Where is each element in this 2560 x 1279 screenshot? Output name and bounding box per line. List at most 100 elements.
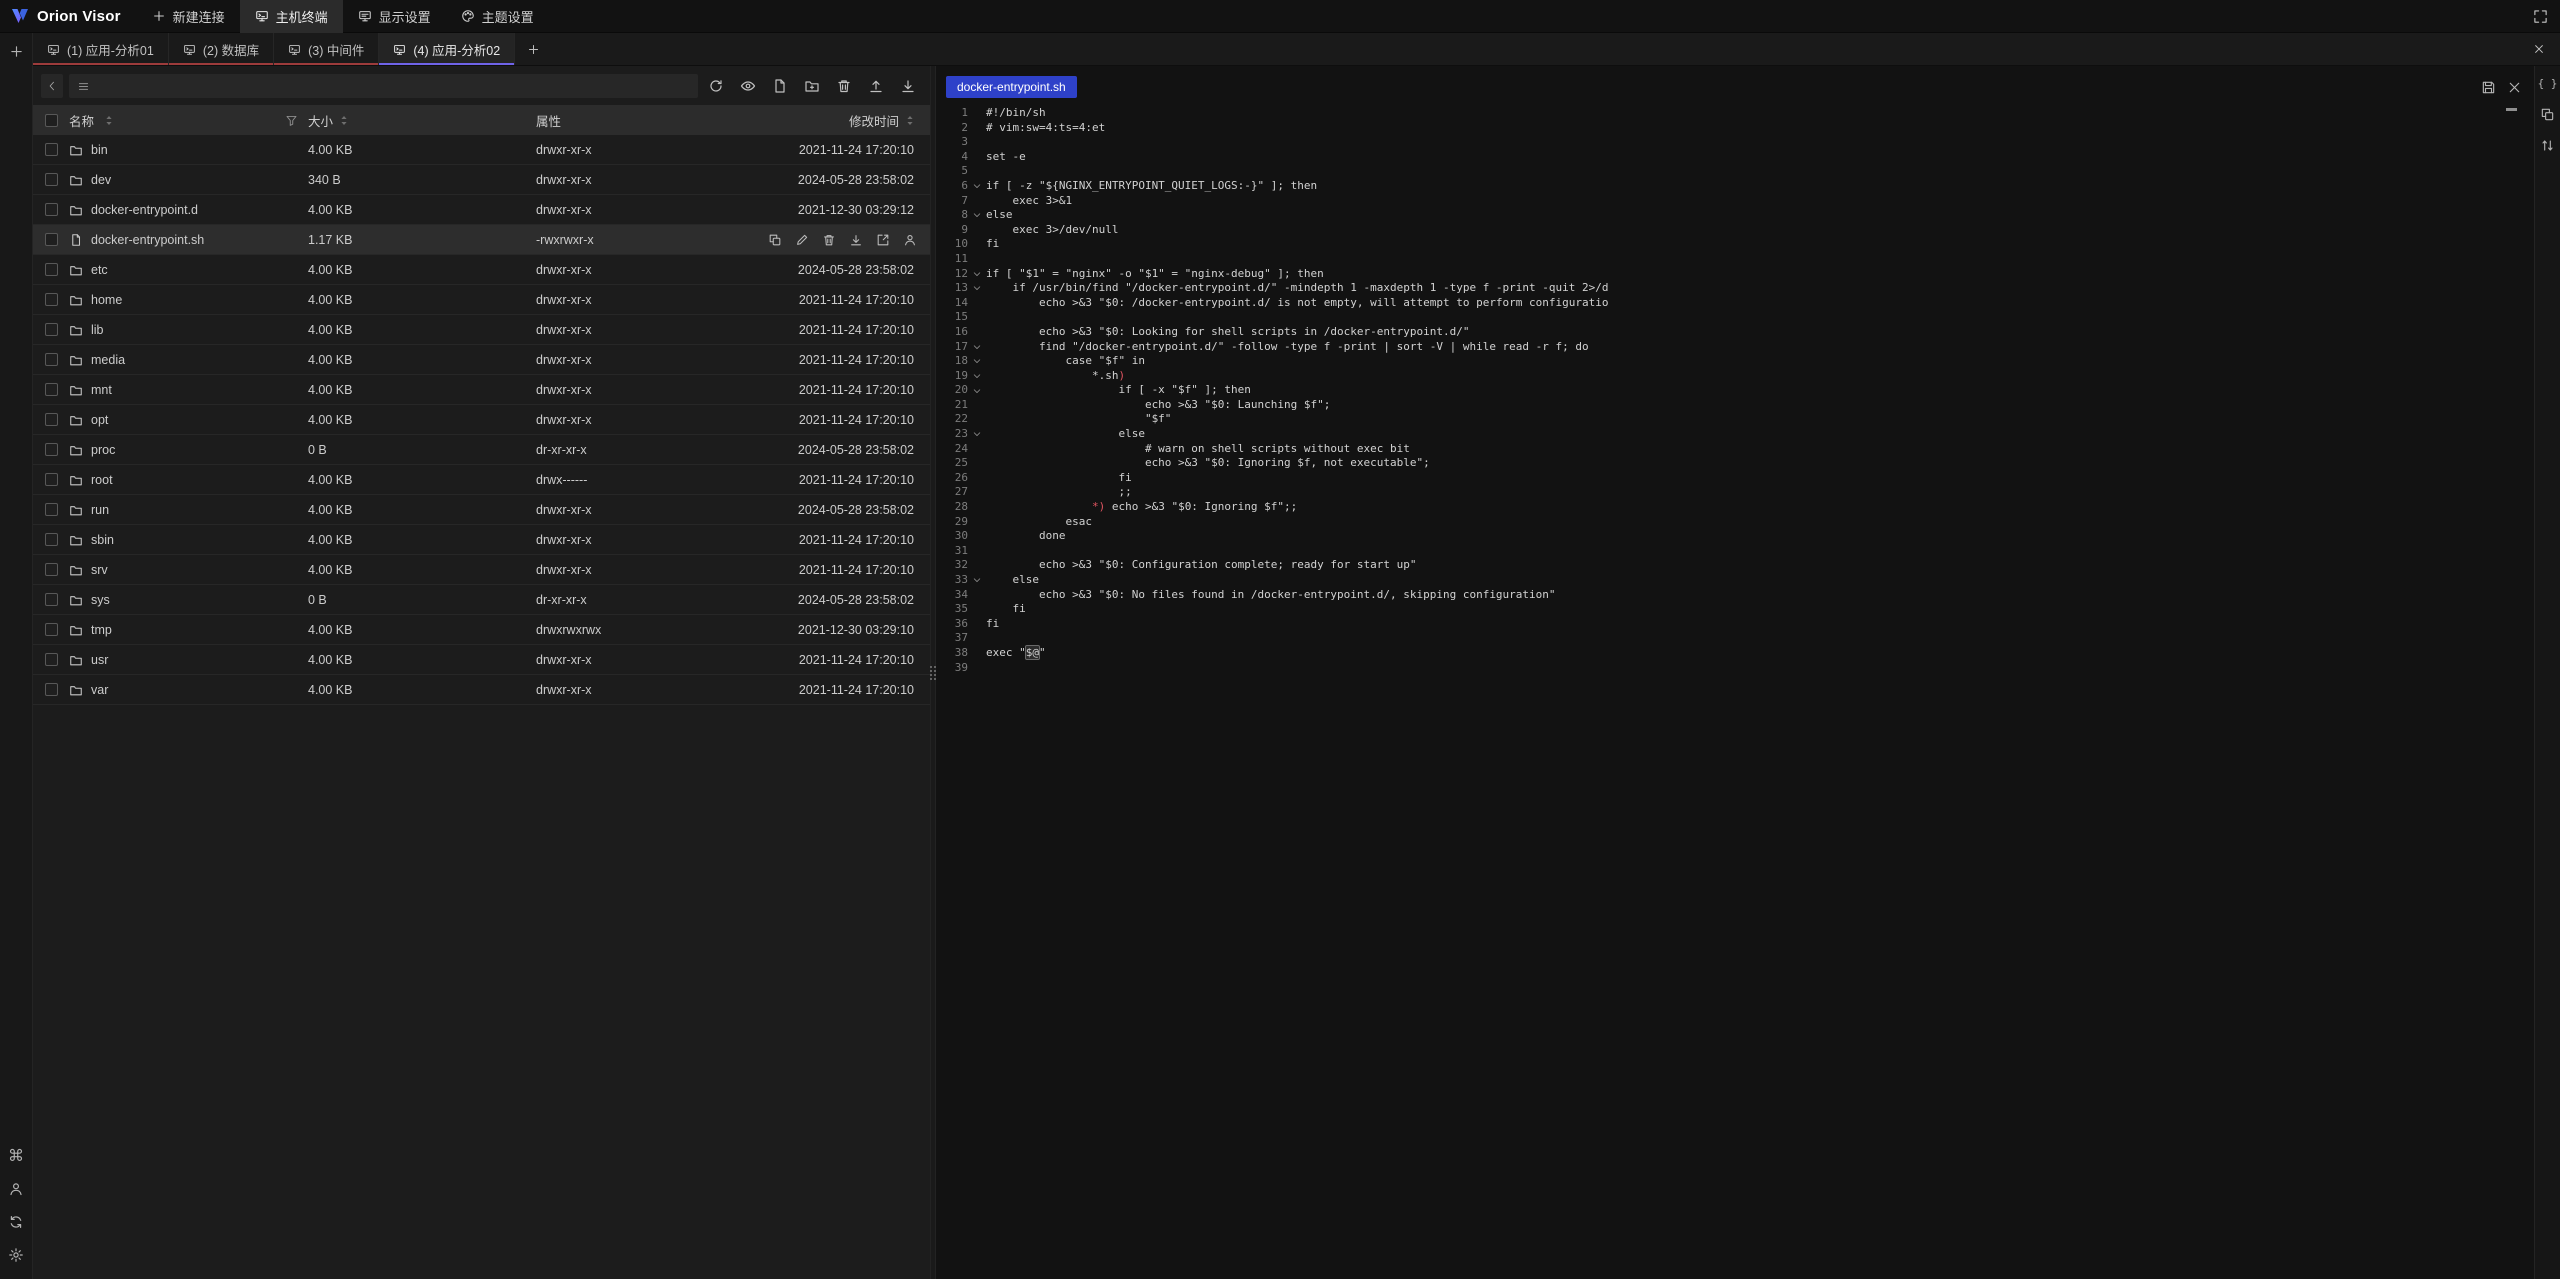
table-row[interactable]: sys0 Bdr-xr-xr-x2024-05-28 23:58:02 <box>33 585 930 615</box>
toolbar-refresh-icon[interactable] <box>704 74 728 98</box>
nav-item-新建连接[interactable]: 新建连接 <box>137 0 240 33</box>
fold-chevron-icon[interactable] <box>968 575 986 585</box>
fold-chevron-icon[interactable] <box>968 269 986 279</box>
file-name[interactable]: home <box>91 293 122 307</box>
file-name[interactable]: media <box>91 353 125 367</box>
fold-chevron-icon[interactable] <box>968 210 986 220</box>
fold-chevron-icon[interactable] <box>968 356 986 366</box>
toolbar-upload-icon[interactable] <box>864 74 888 98</box>
row-checkbox[interactable] <box>45 683 58 696</box>
action-copy-icon[interactable] <box>766 231 784 249</box>
table-row[interactable]: sbin4.00 KBdrwxr-xr-x2021-11-24 17:20:10 <box>33 525 930 555</box>
editor-save-icon[interactable] <box>2478 77 2498 97</box>
action-move-icon[interactable] <box>874 231 892 249</box>
sort-size-icon[interactable] <box>340 115 348 126</box>
row-checkbox[interactable] <box>45 503 58 516</box>
table-row[interactable]: docker-entrypoint.d4.00 KBdrwxr-xr-x2021… <box>33 195 930 225</box>
rail-button[interactable] <box>8 1181 24 1197</box>
fold-chevron-icon[interactable] <box>968 283 986 293</box>
row-checkbox[interactable] <box>45 263 58 276</box>
row-checkbox[interactable] <box>45 323 58 336</box>
file-name[interactable]: bin <box>91 143 108 157</box>
add-tab-button[interactable] <box>515 33 551 65</box>
file-name[interactable]: tmp <box>91 623 112 637</box>
rail-button-copy-icon[interactable] <box>2540 107 2555 122</box>
toolbar-new-folder-icon[interactable] <box>800 74 824 98</box>
fullscreen-icon[interactable] <box>2533 9 2548 24</box>
row-checkbox[interactable] <box>45 203 58 216</box>
table-row[interactable]: home4.00 KBdrwxr-xr-x2021-11-24 17:20:10 <box>33 285 930 315</box>
table-row[interactable]: var4.00 KBdrwxr-xr-x2021-11-24 17:20:10 <box>33 675 930 705</box>
back-button[interactable] <box>41 74 63 98</box>
table-row[interactable]: dev340 Bdrwxr-xr-x2024-05-28 23:58:02 <box>33 165 930 195</box>
file-name[interactable]: var <box>91 683 108 697</box>
table-row[interactable]: bin4.00 KBdrwxr-xr-x2021-11-24 17:20:10 <box>33 135 930 165</box>
rail-button-braces-icon[interactable]: { } <box>2540 76 2555 91</box>
file-name[interactable]: run <box>91 503 109 517</box>
fold-chevron-icon[interactable] <box>968 386 986 396</box>
action-permission-icon[interactable] <box>901 231 919 249</box>
select-all-checkbox[interactable] <box>45 114 58 127</box>
sort-name-icon[interactable] <box>105 115 113 126</box>
toolbar-preview-icon[interactable] <box>736 74 760 98</box>
rail-button[interactable] <box>8 1247 24 1263</box>
close-all-button[interactable] <box>2518 33 2560 65</box>
rail-button[interactable] <box>9 44 24 59</box>
table-row[interactable]: proc0 Bdr-xr-xr-x2024-05-28 23:58:02 <box>33 435 930 465</box>
file-name[interactable]: srv <box>91 563 108 577</box>
rail-button[interactable]: ⌘ <box>8 1148 24 1164</box>
path-input[interactable] <box>97 79 690 93</box>
tab-(2) 数据库[interactable]: (2) 数据库 <box>169 33 274 65</box>
editor-file-tab[interactable]: docker-entrypoint.sh <box>946 76 1077 98</box>
table-row[interactable]: mnt4.00 KBdrwxr-xr-x2021-11-24 17:20:10 <box>33 375 930 405</box>
action-download-icon[interactable] <box>847 231 865 249</box>
row-checkbox[interactable] <box>45 593 58 606</box>
fold-chevron-icon[interactable] <box>968 371 986 381</box>
row-checkbox[interactable] <box>45 413 58 426</box>
nav-item-主机终端[interactable]: 主机终端 <box>240 0 343 33</box>
table-row[interactable]: run4.00 KBdrwxr-xr-x2024-05-28 23:58:02 <box>33 495 930 525</box>
file-name[interactable]: root <box>91 473 113 487</box>
tab-(1) 应用-分析01[interactable]: (1) 应用-分析01 <box>33 33 169 65</box>
file-name[interactable]: etc <box>91 263 108 277</box>
file-name[interactable]: sbin <box>91 533 114 547</box>
file-name[interactable]: proc <box>91 443 115 457</box>
table-row[interactable]: tmp4.00 KBdrwxrwxrwx2021-12-30 03:29:10 <box>33 615 930 645</box>
code-area[interactable]: 1#!/bin/sh2# vim:sw=4:ts=4:et34set -e56i… <box>936 102 2534 1279</box>
row-checkbox[interactable] <box>45 563 58 576</box>
table-row[interactable]: media4.00 KBdrwxr-xr-x2021-11-24 17:20:1… <box>33 345 930 375</box>
action-delete-icon[interactable] <box>820 231 838 249</box>
file-name[interactable]: docker-entrypoint.d <box>91 203 198 217</box>
rail-button-swap-vertical-icon[interactable] <box>2540 138 2555 153</box>
file-name[interactable]: sys <box>91 593 110 607</box>
row-checkbox[interactable] <box>45 653 58 666</box>
row-checkbox[interactable] <box>45 443 58 456</box>
file-name[interactable]: docker-entrypoint.sh <box>91 233 204 247</box>
row-checkbox[interactable] <box>45 173 58 186</box>
fold-chevron-icon[interactable] <box>968 342 986 352</box>
table-row[interactable]: lib4.00 KBdrwxr-xr-x2021-11-24 17:20:10 <box>33 315 930 345</box>
editor-close-icon[interactable] <box>2504 77 2524 97</box>
fold-chevron-icon[interactable] <box>968 429 986 439</box>
row-checkbox[interactable] <box>45 383 58 396</box>
filter-icon[interactable] <box>285 114 298 127</box>
table-row[interactable]: docker-entrypoint.sh1.17 KB-rwxrwxr-x <box>33 225 930 255</box>
tab-(4) 应用-分析02[interactable]: (4) 应用-分析02 <box>379 33 515 65</box>
nav-item-显示设置[interactable]: 显示设置 <box>343 0 446 33</box>
row-checkbox[interactable] <box>45 623 58 636</box>
row-checkbox[interactable] <box>45 533 58 546</box>
file-name[interactable]: lib <box>91 323 104 337</box>
sort-time-icon[interactable] <box>906 115 914 126</box>
tab-(3) 中间件[interactable]: (3) 中间件 <box>274 33 379 65</box>
table-row[interactable]: opt4.00 KBdrwxr-xr-x2021-11-24 17:20:10 <box>33 405 930 435</box>
row-checkbox[interactable] <box>45 473 58 486</box>
row-checkbox[interactable] <box>45 353 58 366</box>
table-row[interactable]: root4.00 KBdrwx------2021-11-24 17:20:10 <box>33 465 930 495</box>
file-name[interactable]: usr <box>91 653 108 667</box>
table-row[interactable]: etc4.00 KBdrwxr-xr-x2024-05-28 23:58:02 <box>33 255 930 285</box>
row-checkbox[interactable] <box>45 293 58 306</box>
action-edit-icon[interactable] <box>793 231 811 249</box>
rail-button[interactable] <box>8 1214 24 1230</box>
row-checkbox[interactable] <box>45 143 58 156</box>
toolbar-download-icon[interactable] <box>896 74 920 98</box>
